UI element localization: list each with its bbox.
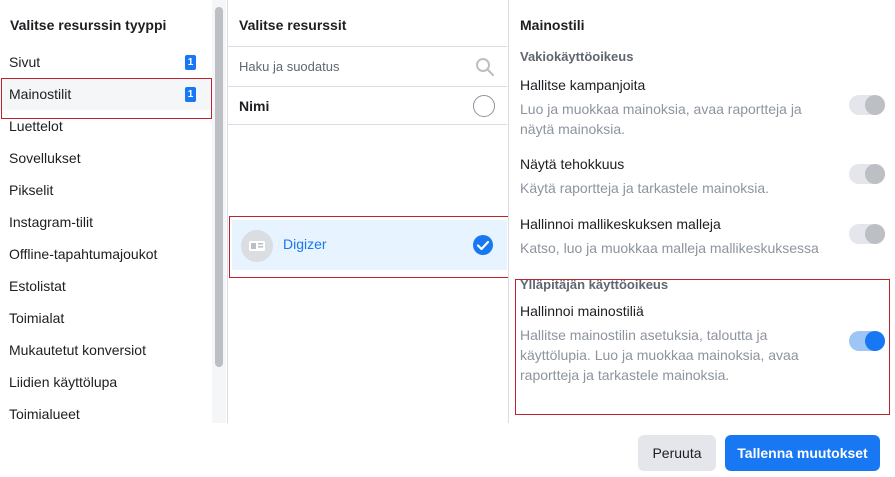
count-badge: 1 <box>185 55 196 70</box>
resource-type-toimialueet[interactable]: Toimialueet <box>0 398 211 430</box>
permission-manage-campaigns: Hallitse kampanjoita Luo ja muokkaa main… <box>509 75 895 139</box>
search-input[interactable]: Haku ja suodatus <box>228 46 507 87</box>
list-item-label: Mainostilit <box>9 86 72 102</box>
list-item-label: Sovellukset <box>9 150 81 166</box>
name-header: Nimi <box>239 98 270 114</box>
toggle-knob <box>865 164 885 184</box>
permission-description: Katso, luo ja muokkaa malleja mallikesku… <box>520 240 819 256</box>
toggle-switch[interactable] <box>849 331 885 351</box>
scrollbar-thumb[interactable] <box>215 7 223 367</box>
permission-manage-ad-account: Hallinnoi mainostiliä Hallitse mainostil… <box>509 301 895 385</box>
resource-type-estolistat[interactable]: Estolistat <box>0 270 211 302</box>
save-button[interactable]: Tallenna muutokset <box>725 435 880 471</box>
resource-type-liidien[interactable]: Liidien käyttölupa <box>0 366 211 398</box>
list-item-label: Toimialueet <box>9 406 80 422</box>
list-item-label: Sivut <box>9 54 41 70</box>
admin-access-header: Ylläpitäjän käyttöoikeus <box>520 277 669 292</box>
toggle-knob <box>865 224 885 244</box>
name-header-row[interactable]: Nimi <box>228 87 507 125</box>
resource-type-offline[interactable]: Offline-tapahtumajoukot <box>0 238 211 270</box>
resource-panel: Valitse resurssit Haku ja suodatus Nimi … <box>227 0 507 423</box>
permission-title: Näytä tehokkuus <box>520 156 625 172</box>
resource-type-luettelot[interactable]: Luettelot <box>0 110 211 142</box>
cancel-button[interactable]: Peruuta <box>638 435 716 471</box>
list-item-label: Estolistat <box>9 278 66 294</box>
toggle-switch[interactable] <box>849 164 885 184</box>
resource-type-mainostilit[interactable]: Mainostilit 1 <box>0 78 211 110</box>
list-item-label: Pikselit <box>9 182 54 198</box>
resource-type-toimialat[interactable]: Toimialat <box>0 302 211 334</box>
toggle-switch[interactable] <box>849 95 885 115</box>
list-item-label: Luettelot <box>9 118 63 134</box>
resource-type-mukautetut[interactable]: Mukautetut konversiot <box>0 334 211 366</box>
permission-title: Hallitse kampanjoita <box>520 77 646 93</box>
list-item-label: Toimialat <box>9 310 65 326</box>
resource-name: Digizer <box>283 236 327 252</box>
resource-type-sivut[interactable]: Sivut 1 <box>0 46 211 78</box>
resource-type-panel: Valitse resurssin tyyppi Sivut 1 Mainost… <box>0 0 211 423</box>
ad-account-icon <box>241 230 273 262</box>
standard-access-header: Vakiokäyttöoikeus <box>520 49 634 64</box>
permission-title: Mainostili <box>520 17 585 33</box>
search-icon <box>476 58 495 77</box>
count-badge: 1 <box>185 87 196 102</box>
resource-type-instagram[interactable]: Instagram-tilit <box>0 206 211 238</box>
scrollbar[interactable] <box>212 0 226 423</box>
toggle-knob <box>865 331 885 351</box>
permission-description: Käytä raportteja ja tarkastele mainoksia… <box>520 180 770 196</box>
permission-title: Hallinnoi mallikeskuksen malleja <box>520 216 721 232</box>
resource-type-sovellukset[interactable]: Sovellukset <box>0 142 211 174</box>
list-item-label: Offline-tapahtumajoukot <box>9 246 158 262</box>
checkmark-icon[interactable] <box>472 234 494 256</box>
permission-title: Hallinnoi mainostiliä <box>520 303 644 319</box>
permission-manage-templates: Hallinnoi mallikeskuksen malleja Katso, … <box>509 214 895 258</box>
permission-description: Hallitse mainostilin asetuksia, taloutta… <box>520 327 799 383</box>
list-item-label: Mukautetut konversiot <box>9 342 146 358</box>
toggle-switch[interactable] <box>849 224 885 244</box>
resource-title: Valitse resurssit <box>239 17 347 33</box>
toggle-knob <box>865 95 885 115</box>
resource-type-pikselit[interactable]: Pikselit <box>0 174 211 206</box>
permission-description: Luo ja muokkaa mainoksia, avaa raporttej… <box>520 101 802 137</box>
list-item-label: Instagram-tilit <box>9 214 94 230</box>
permission-panel: Mainostili Vakiokäyttöoikeus Hallitse ka… <box>508 0 895 423</box>
search-placeholder: Haku ja suodatus <box>239 59 340 74</box>
list-item-label: Liidien käyttölupa <box>9 374 118 390</box>
permission-view-performance: Näytä tehokkuus Käytä raportteja ja tark… <box>509 154 895 198</box>
select-all-radio[interactable] <box>473 95 495 117</box>
resource-item-digizer[interactable]: Digizer <box>232 220 507 270</box>
resource-type-title: Valitse resurssin tyyppi <box>10 17 167 33</box>
